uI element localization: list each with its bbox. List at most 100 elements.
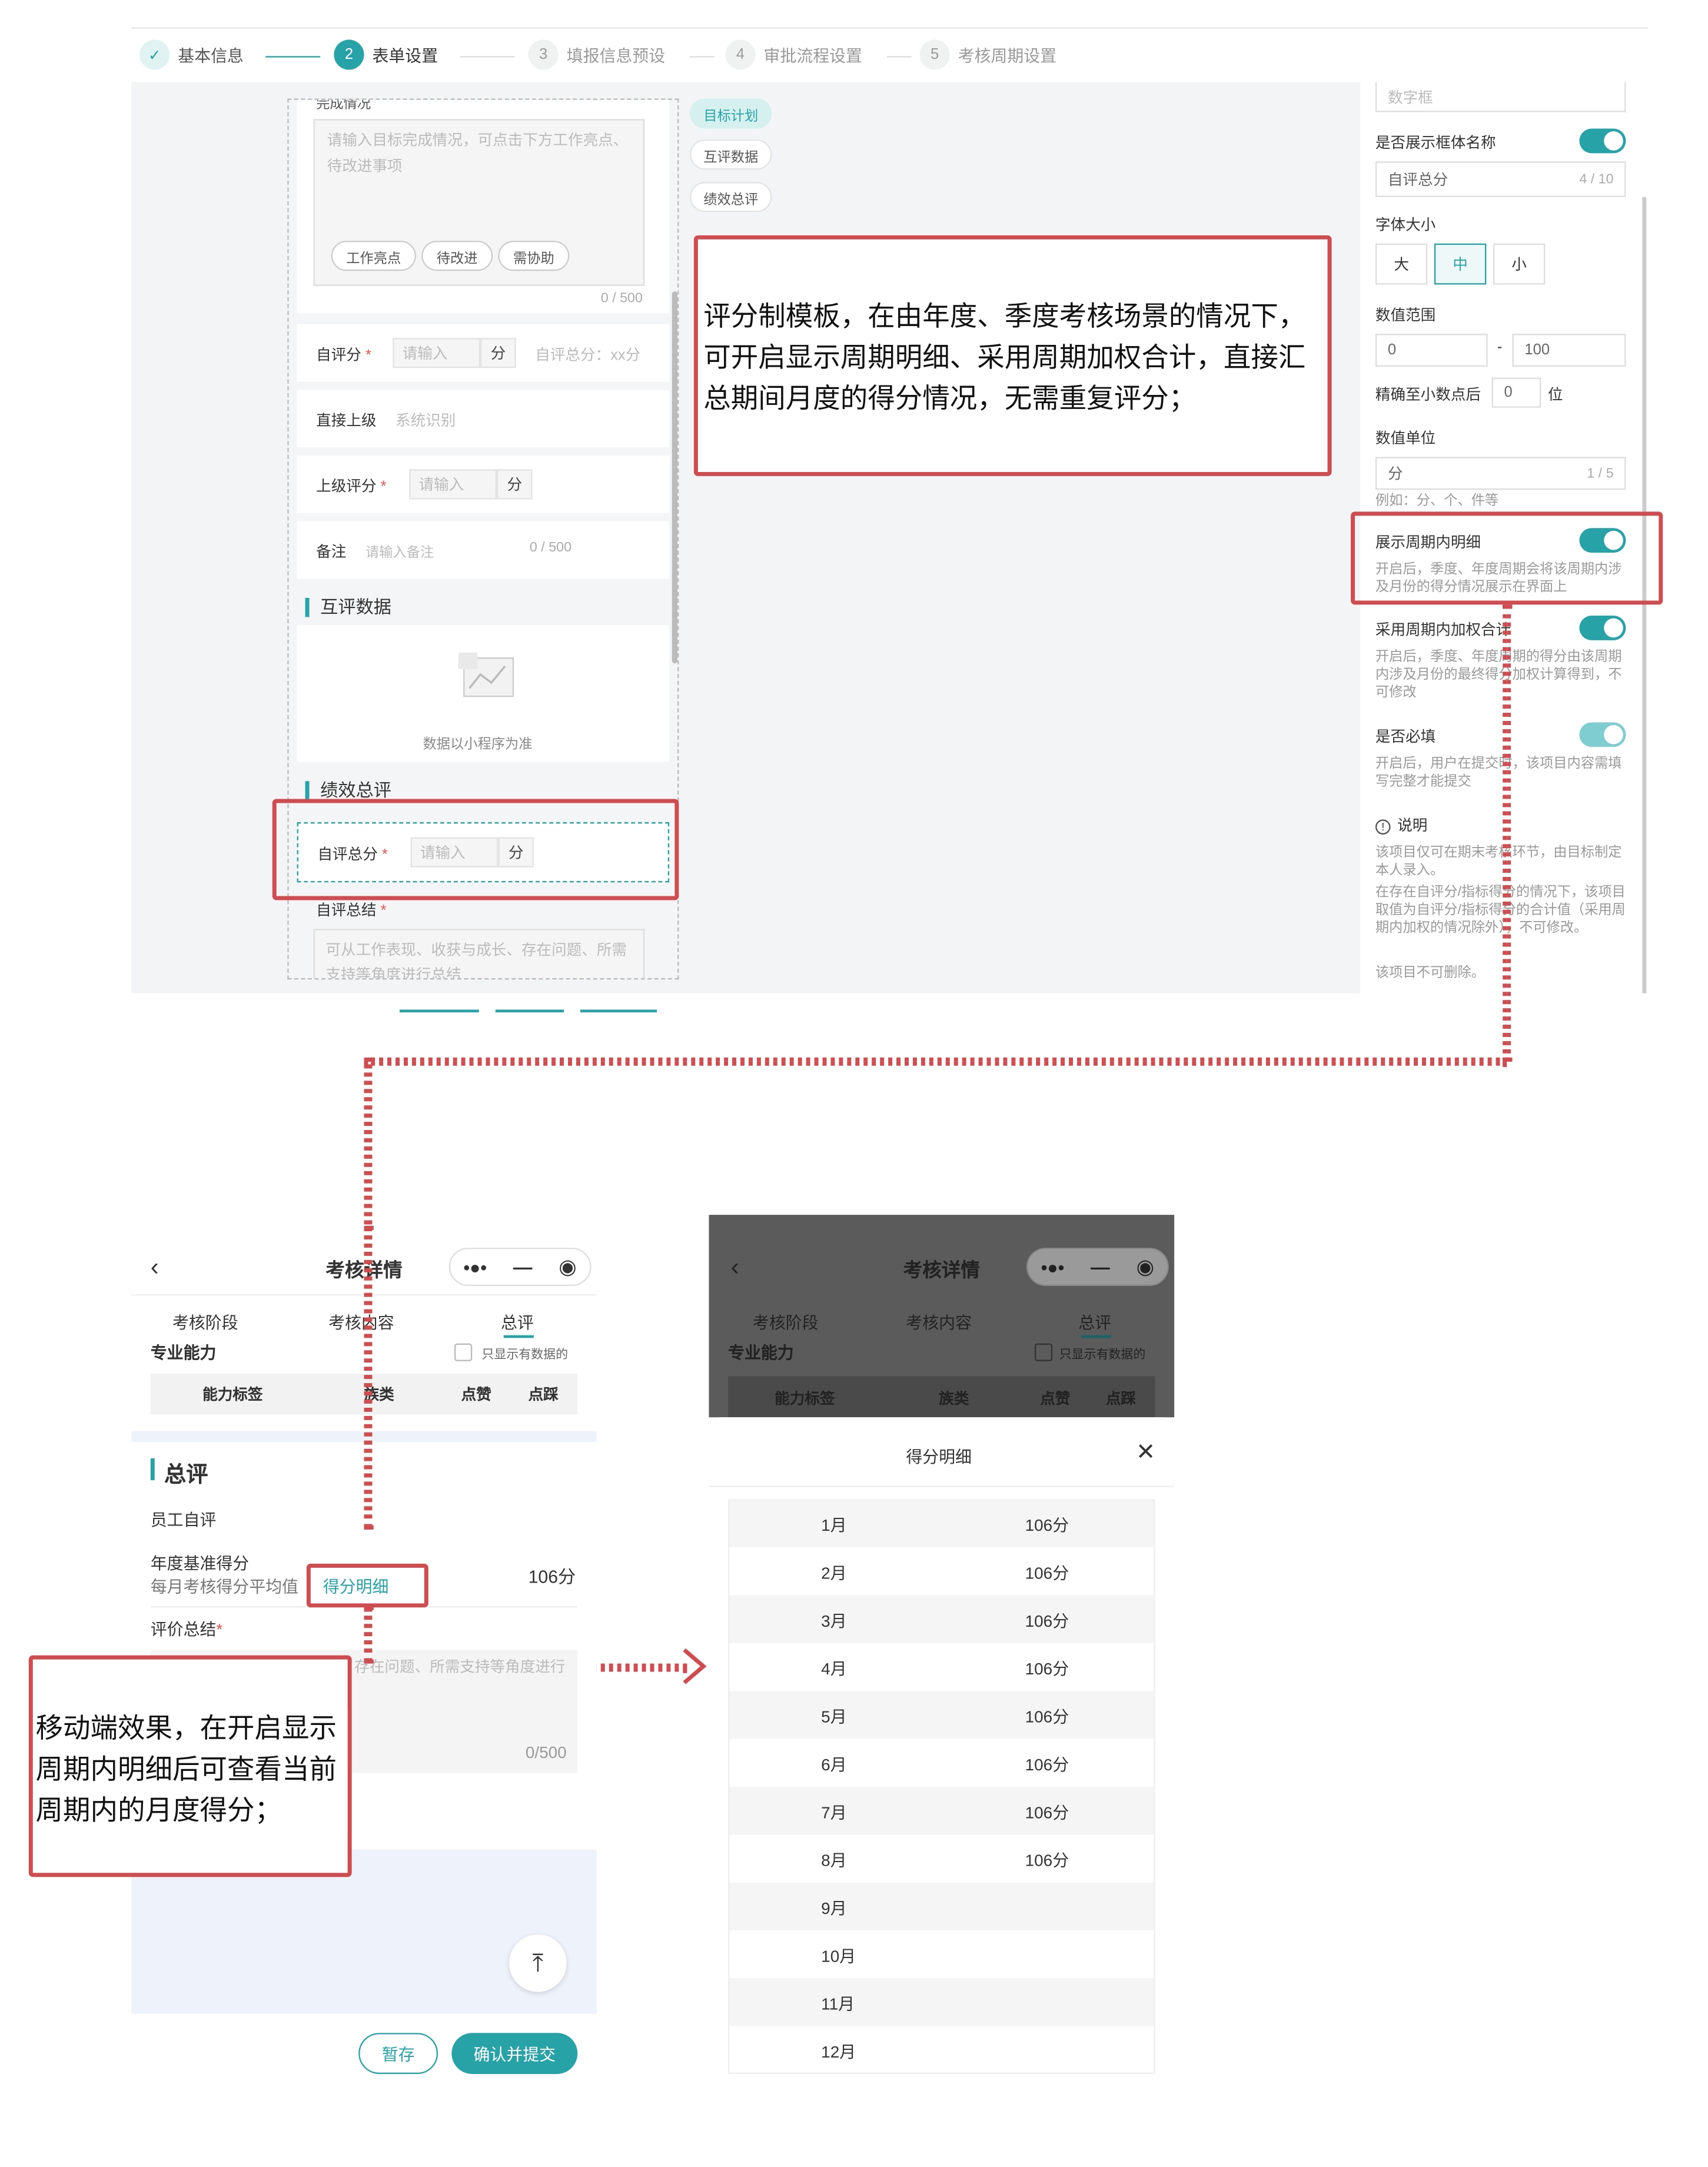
score-value: 106分 <box>1025 1563 1069 1583</box>
step-connector <box>460 56 515 58</box>
annotation-frame-cycle <box>1351 511 1663 605</box>
mobile-dimmed-screen: ‹ 考核详情 •●• — ◉ 考核阶段 考核内容 总评 专业能力 只显示有数据的… <box>709 1215 1175 1418</box>
font-size-large[interactable]: 大 <box>1375 243 1428 285</box>
info-icon: ! <box>1375 819 1391 835</box>
remark-input[interactable]: 请输入备注 <box>365 540 434 561</box>
tab-overall-review[interactable]: 绩效总评 <box>689 182 772 212</box>
back-to-top-icon[interactable]: ⤒ <box>509 1934 567 1992</box>
only-data-checkbox[interactable] <box>454 1343 473 1361</box>
font-size-small[interactable]: 小 <box>1493 243 1546 285</box>
canvas-scrollbar[interactable] <box>672 291 678 664</box>
tab-overall[interactable]: 总评 <box>1078 1311 1111 1334</box>
arrow-right-icon <box>679 1647 709 1686</box>
miniapp-capsule[interactable]: •●• — ◉ <box>448 1247 592 1287</box>
tab-stage[interactable]: 考核阶段 <box>753 1311 819 1334</box>
annotation-box-bottom: 移动端效果，在开启显示周期内明细后可查看当前周期内的月度得分； <box>28 1655 352 1877</box>
chip-help[interactable]: 需协助 <box>498 241 570 271</box>
back-icon[interactable]: ‹ <box>151 1253 159 1282</box>
chip-highlight[interactable]: 工作亮点 <box>331 241 416 271</box>
self-summary-label: 自评总结 * <box>316 903 387 920</box>
mobile-title: 考核详情 <box>903 1258 980 1281</box>
required-toggle[interactable] <box>1579 722 1626 747</box>
close-target-icon[interactable]: ◉ <box>559 1255 576 1279</box>
completion-card: 完成情况 请输入目标完成情况，可点击下方工作亮点、待改进事项 工作亮点 待改进 … <box>297 99 670 314</box>
tab-stage[interactable]: 考核阶段 <box>172 1311 238 1334</box>
minimize-icon[interactable]: — <box>1091 1256 1110 1278</box>
title-input[interactable]: 自评总分 4 / 10 <box>1375 161 1626 197</box>
submit-button[interactable]: 确认并提交 <box>451 2033 578 2074</box>
unit-counter: 1 / 5 <box>1587 466 1614 481</box>
step-cycle[interactable]: 5 考核周期设置 <box>919 39 1056 70</box>
step-number: ✓ <box>139 39 170 70</box>
textarea-counter: 0 / 500 <box>600 291 643 307</box>
save-draft-button[interactable]: 暂存 <box>358 2033 438 2074</box>
modal-close-icon[interactable]: ✕ <box>1136 1439 1155 1466</box>
col-dislike: 点踩 <box>509 1373 578 1415</box>
tab-goal-plan[interactable]: 目标计划 <box>689 98 772 129</box>
annotation-box-top: 评分制模板，在由年度、季度考核场景的情况下，可开启显示周期明细、采用周期加权合计… <box>693 235 1332 476</box>
col-family: 族类 <box>314 1373 444 1415</box>
remark-counter: 0 / 500 <box>529 540 572 556</box>
decimal-unit: 位 <box>1547 387 1563 404</box>
weighted-toggle[interactable] <box>1579 616 1626 640</box>
score-row: 8月 106分 <box>728 1834 1155 1882</box>
score-row: 3月 106分 <box>728 1595 1155 1643</box>
show-title-toggle[interactable] <box>1579 128 1626 154</box>
self-summary-textarea[interactable]: 可从工作表现、收获与成长、存在问题、所需支持等角度进行总结 <box>313 929 645 979</box>
chip-improve[interactable]: 待改进 <box>421 241 493 271</box>
only-data-checkbox[interactable] <box>1034 1343 1053 1361</box>
score-row: 5月 106分 <box>728 1691 1155 1739</box>
more-icon[interactable]: •●• <box>463 1257 486 1277</box>
tab-indicator <box>503 1335 534 1338</box>
step-form-settings[interactable]: 2 表单设置 <box>334 39 438 70</box>
annual-sub: 每月考核得分平均值 <box>150 1577 298 1597</box>
minimize-icon[interactable]: — <box>513 1256 533 1278</box>
section-professional: 专业能力 <box>150 1343 217 1363</box>
only-data-label: 只显示有数据的 <box>481 1347 569 1361</box>
decimal-input[interactable]: 0 <box>1491 377 1541 408</box>
back-icon[interactable]: ‹ <box>731 1253 739 1282</box>
annotation-text-bottom: 移动端效果，在开启显示周期内明细后可查看当前周期内的月度得分； <box>35 1709 348 1832</box>
step-prefill[interactable]: 3 填报信息预设 <box>528 39 666 70</box>
superior-score-input[interactable]: 请输入 <box>409 469 497 500</box>
tab-content[interactable]: 考核内容 <box>906 1311 972 1334</box>
self-score-input[interactable]: 请输入 <box>393 338 481 368</box>
score-row: 12月 <box>728 2026 1155 2074</box>
step-label: 审批流程设置 <box>763 45 862 65</box>
font-size-medium[interactable]: 中 <box>1434 243 1487 285</box>
step-label: 填报信息预设 <box>566 45 666 65</box>
tab-content[interactable]: 考核内容 <box>328 1311 394 1334</box>
textarea-placeholder: 请输入目标完成情况，可点击下方工作亮点、待改进事项 <box>327 132 629 175</box>
comment-label: 评价总结* <box>150 1620 223 1639</box>
title-value: 自评总分 <box>1387 172 1448 189</box>
more-icon[interactable]: •●• <box>1041 1257 1064 1277</box>
unit-input[interactable]: 分 1 / 5 <box>1375 457 1626 490</box>
step-connector <box>886 56 912 58</box>
tab-indicator <box>1081 1335 1112 1338</box>
superior-card: 直接上级 系统识别 <box>297 390 670 448</box>
step-approval[interactable]: 4 审批流程设置 <box>725 39 862 70</box>
range-min-input[interactable]: 0 <box>1375 334 1488 367</box>
tab-peer-data[interactable]: 互评数据 <box>689 139 772 170</box>
step-basic-info[interactable]: ✓ 基本信息 <box>139 39 244 70</box>
score-value: 106分 <box>1025 1707 1069 1727</box>
close-target-icon[interactable]: ◉ <box>1137 1255 1154 1279</box>
score-month: 7月 <box>821 1803 847 1823</box>
range-max-input[interactable]: 100 <box>1512 334 1626 367</box>
tab-overall[interactable]: 总评 <box>501 1311 534 1334</box>
completion-textarea[interactable]: 请输入目标完成情况，可点击下方工作亮点、待改进事项 工作亮点 待改进 需协助 <box>313 119 645 286</box>
title-counter: 4 / 10 <box>1579 171 1614 187</box>
annual-label: 年度基准得分 <box>150 1554 250 1574</box>
unit-label: 分 <box>480 338 516 368</box>
step-label: 表单设置 <box>372 45 438 65</box>
score-row: 1月 106分 <box>728 1499 1155 1548</box>
annotation-frame-link <box>306 1563 428 1608</box>
modal-title: 得分明细 <box>906 1447 972 1467</box>
superior-label: 直接上级 <box>316 413 377 430</box>
divider <box>709 1485 1175 1487</box>
score-month: 6月 <box>821 1755 847 1774</box>
miniapp-capsule[interactable]: •●• — ◉ <box>1026 1247 1169 1287</box>
section-professional: 专业能力 <box>728 1343 794 1363</box>
dimmed-table-header: 能力标签 族类 点赞 点踩 <box>728 1376 1155 1418</box>
footer-button-stub <box>495 1009 564 1013</box>
